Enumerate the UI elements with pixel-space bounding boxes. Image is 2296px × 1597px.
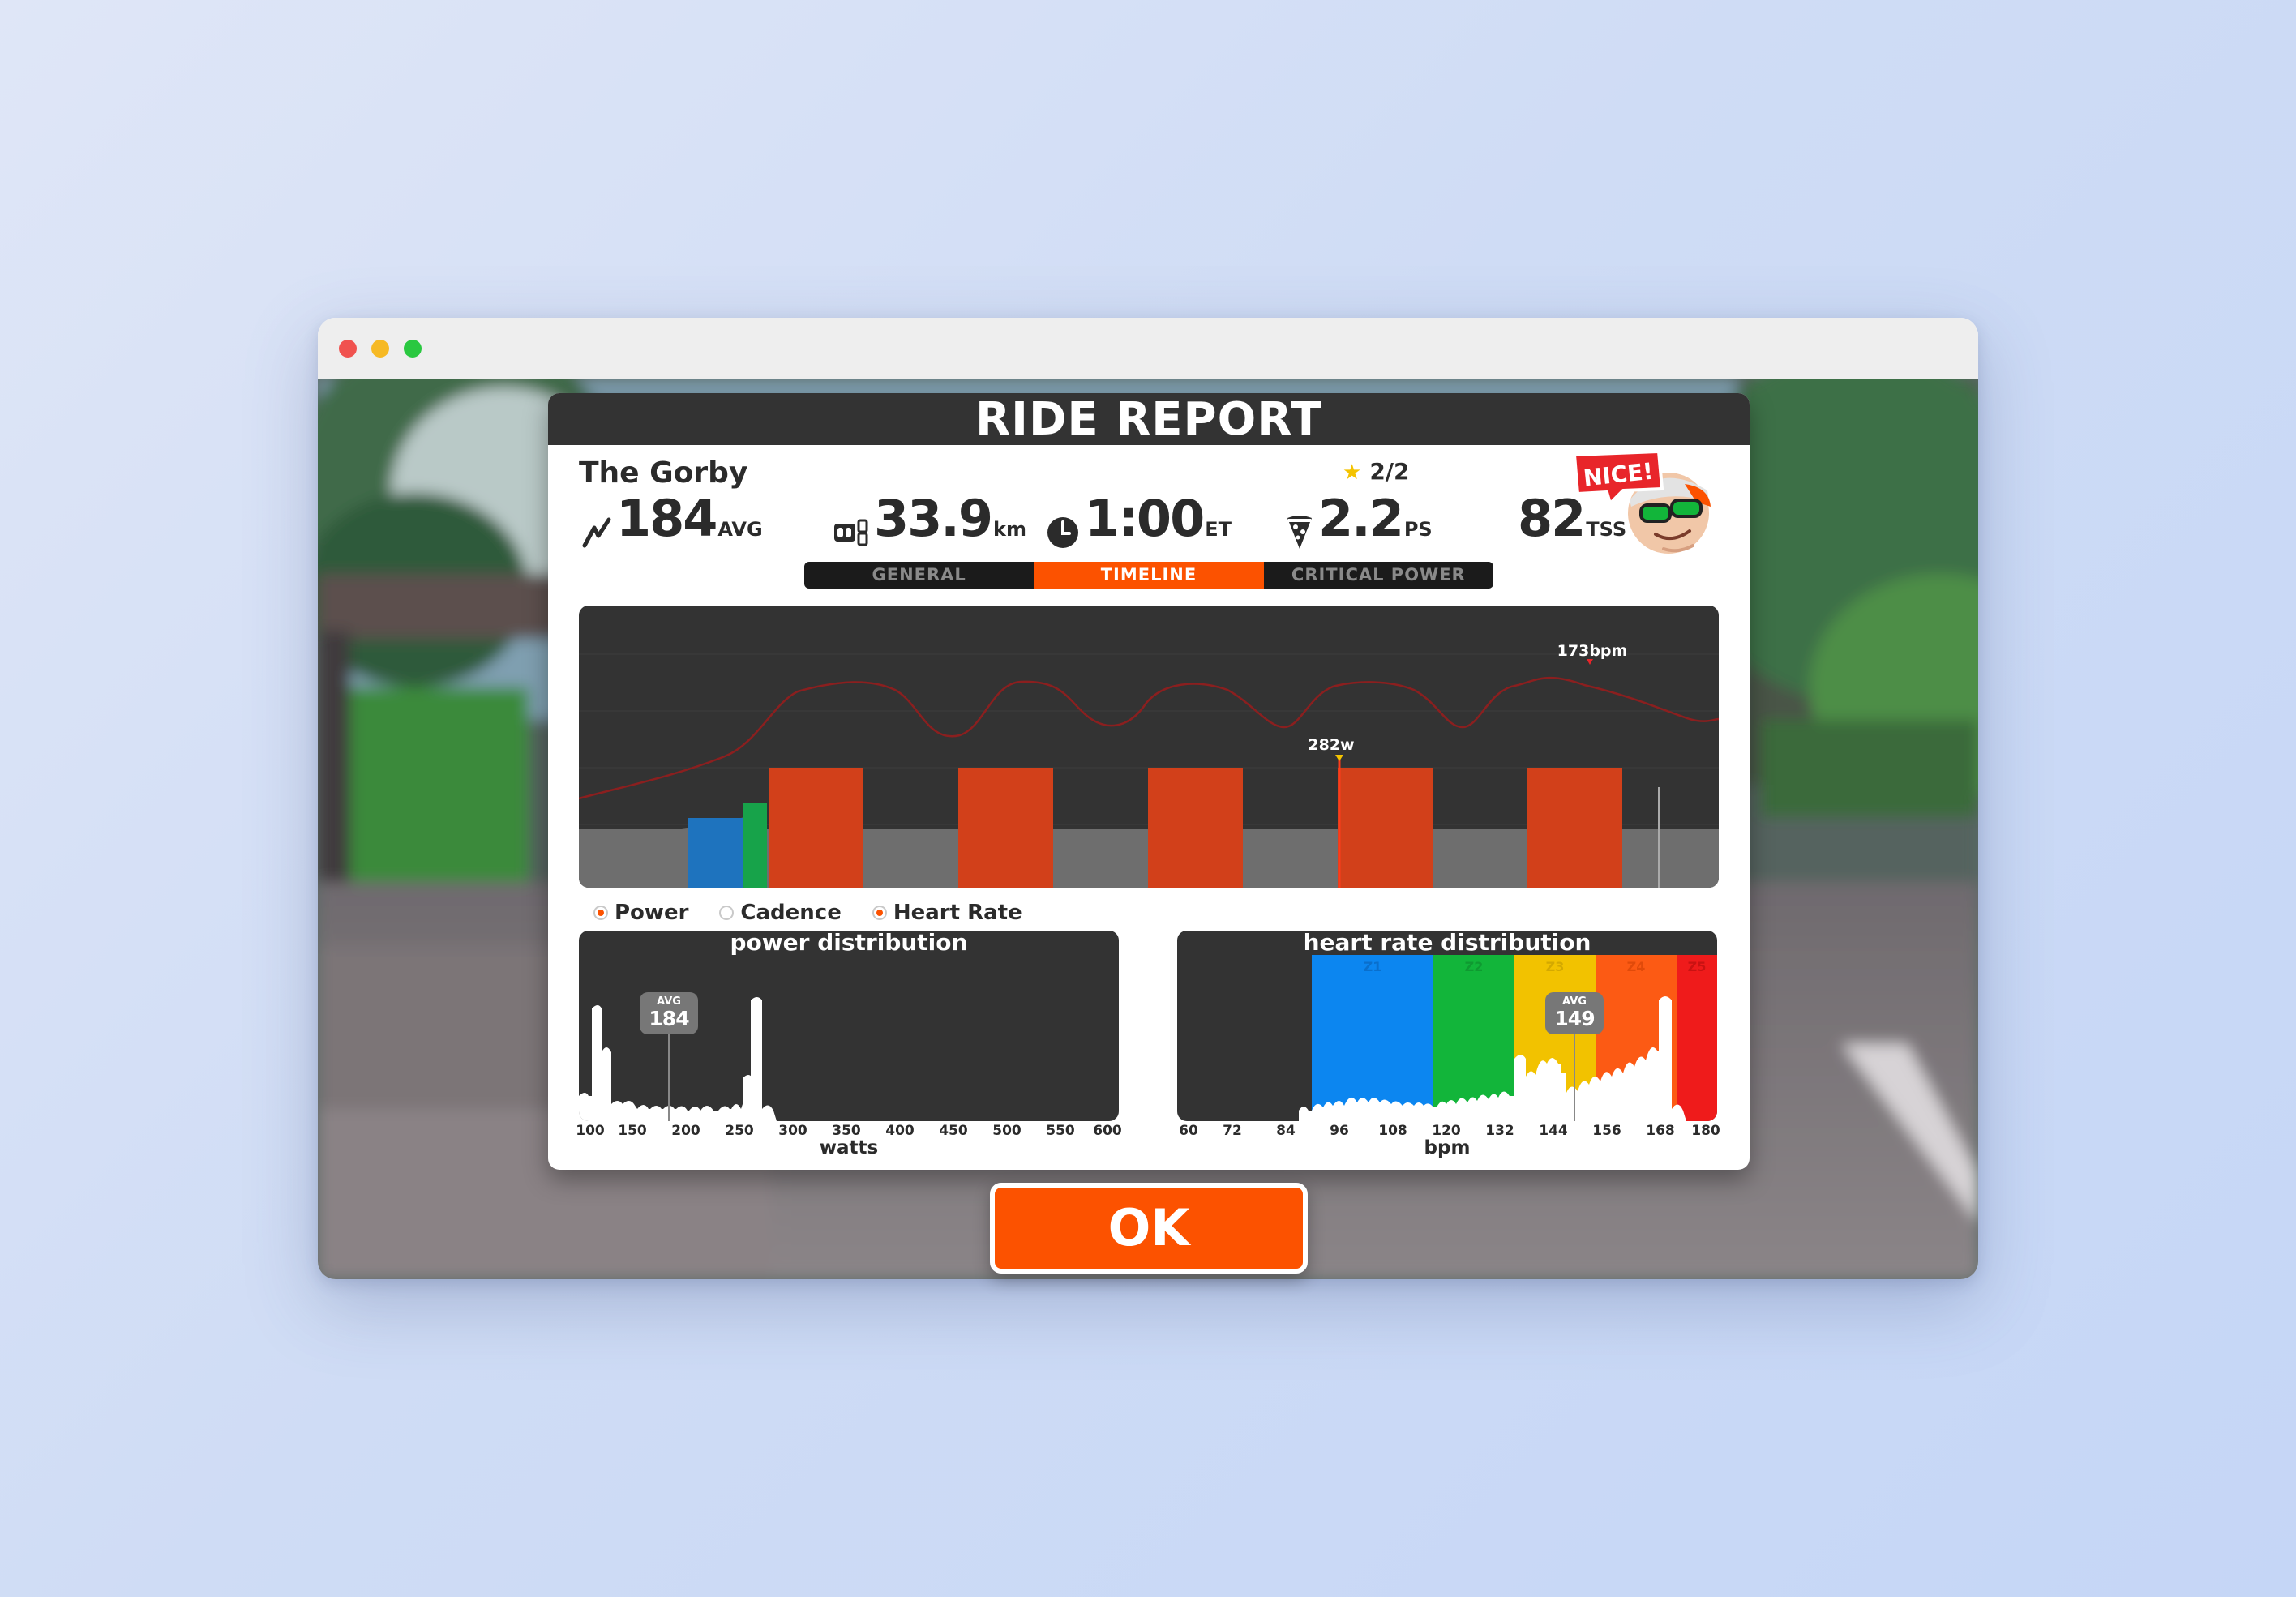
timeline-chart: 282w 173bpm <box>579 606 1719 888</box>
power-zone-blue <box>688 818 743 888</box>
hr-distribution-svg: Z1 Z2 Z3 Z4 Z5 <box>1299 955 1717 1121</box>
stat-power-value: 184 <box>616 489 718 548</box>
stat-time-unit: ET <box>1205 518 1232 541</box>
legend-heart-rate-label: Heart Rate <box>893 901 1022 925</box>
stat-power-unit: AVG <box>718 518 763 541</box>
power-interval-3 <box>1148 768 1243 888</box>
power-bolt-icon <box>582 517 611 547</box>
hr-tick: 84 <box>1276 1123 1296 1139</box>
power-tick: 600 <box>1093 1123 1122 1139</box>
stat-power: 184AVG <box>582 489 763 554</box>
stat-time: 1:00ET <box>1046 489 1232 554</box>
hr-zone-z5 <box>1677 955 1717 1121</box>
star-icon: ★ <box>1343 460 1362 485</box>
hr-tick: 60 <box>1179 1123 1198 1139</box>
hr-tick: 120 <box>1432 1123 1461 1139</box>
power-interval-5 <box>1527 768 1622 888</box>
power-interval-2 <box>958 768 1053 888</box>
power-interval-4 <box>1338 768 1433 888</box>
hr-distribution-chart: Z1 Z2 Z3 Z4 Z5 heart rate distribution A… <box>1177 931 1717 1121</box>
legend-power-label: Power <box>615 901 689 925</box>
hr-tick: 168 <box>1646 1123 1675 1139</box>
close-window-button[interactable] <box>339 340 357 358</box>
stat-pizza-unit: PS <box>1403 518 1433 541</box>
title-bar <box>318 318 1978 379</box>
hr-tick: 132 <box>1485 1123 1514 1139</box>
legend-power[interactable]: Power <box>593 901 688 925</box>
power-tick: 450 <box>939 1123 968 1139</box>
tab-critical-power[interactable]: CRITICAL POWER <box>1264 562 1493 589</box>
ride-report-panel: RIDE REPORT The Gorby ★ 2/2 184AVG 33.9km <box>548 393 1750 1170</box>
power-tick: 400 <box>885 1123 915 1139</box>
legend-cadence[interactable]: Cadence <box>719 901 842 925</box>
stat-time-value: 1:00 <box>1085 489 1205 548</box>
hr-tick: 108 <box>1378 1123 1407 1139</box>
minimize-window-button[interactable] <box>371 340 389 358</box>
tab-general[interactable]: GENERAL <box>804 562 1034 589</box>
hr-tick: 180 <box>1691 1123 1720 1139</box>
power-tick: 350 <box>832 1123 861 1139</box>
tab-timeline[interactable]: TIMELINE <box>1034 562 1264 589</box>
power-tick: 200 <box>671 1123 700 1139</box>
hr-zone-label: Z1 <box>1364 959 1382 974</box>
power-zone-green <box>743 803 767 888</box>
legend-heart-rate[interactable]: Heart Rate <box>872 901 1022 925</box>
ride-report-title: RIDE REPORT <box>548 393 1750 446</box>
power-tick: 300 <box>778 1123 807 1139</box>
hr-distribution-title: heart rate distribution <box>1303 931 1591 956</box>
power-tick: 550 <box>1046 1123 1075 1139</box>
stars-count: ★ 2/2 <box>1343 458 1410 485</box>
hr-zone-label: Z3 <box>1546 959 1565 974</box>
stat-distance: 33.9km <box>833 489 1026 554</box>
timeline-svg: 282w 173bpm <box>579 642 1719 888</box>
power-avg-tag: AVG 184 <box>640 992 698 1034</box>
power-tick: 250 <box>725 1123 754 1139</box>
stat-pizza-value: 2.2 <box>1318 489 1404 548</box>
legend-cadence-label: Cadence <box>740 901 842 925</box>
hr-avg-value: 149 <box>1554 1007 1595 1030</box>
stat-distance-unit: km <box>992 518 1026 541</box>
report-tabs: GENERAL TIMELINE CRITICAL POWER <box>804 562 1493 589</box>
power-distribution-chart: power distribution AVG 184 <box>579 931 1119 1121</box>
hr-tick: 72 <box>1223 1123 1242 1139</box>
hr-peak-label: 173bpm <box>1557 642 1628 660</box>
power-axis-label: watts <box>819 1137 879 1158</box>
odometer-icon <box>834 519 868 546</box>
power-radio[interactable] <box>593 906 608 920</box>
rider-name: The Gorby <box>579 456 748 490</box>
power-avg-value: 184 <box>649 1007 689 1030</box>
hr-tick: 156 <box>1592 1123 1621 1139</box>
power-distribution-title: power distribution <box>730 931 968 956</box>
cadence-radio[interactable] <box>719 906 735 920</box>
power-tick: 500 <box>992 1123 1022 1139</box>
timeline-legend: Power Cadence Heart Rate <box>593 898 1022 927</box>
stat-distance-value: 33.9 <box>874 489 993 548</box>
hr-zone-label: Z4 <box>1627 959 1646 974</box>
clock-icon <box>1047 516 1078 548</box>
stars-value: 2/2 <box>1369 458 1410 485</box>
ok-button[interactable]: OK <box>990 1183 1308 1274</box>
maximize-window-button[interactable] <box>404 340 422 358</box>
hr-tick: 96 <box>1330 1123 1349 1139</box>
hr-zone-label: Z5 <box>1688 959 1707 974</box>
power-peak-marker <box>1335 755 1343 761</box>
hr-peak-marker <box>1587 659 1593 665</box>
power-tick: 100 <box>576 1123 605 1139</box>
stat-pizza: 2.2PS <box>1286 489 1433 554</box>
coach-avatar: NICE! <box>1573 450 1711 554</box>
power-tick: 150 <box>618 1123 647 1139</box>
power-peak-label: 282w <box>1308 736 1354 754</box>
pizza-slice-icon <box>1287 515 1312 549</box>
hr-avg-tag: AVG 149 <box>1545 992 1604 1034</box>
hr-axis-label: bpm <box>1424 1137 1471 1158</box>
hr-tick: 144 <box>1539 1123 1568 1139</box>
hr-zone-label: Z2 <box>1465 959 1484 974</box>
power-interval-1 <box>769 768 863 888</box>
heart-rate-radio[interactable] <box>872 906 887 920</box>
hr-zone-z1 <box>1312 955 1433 1121</box>
